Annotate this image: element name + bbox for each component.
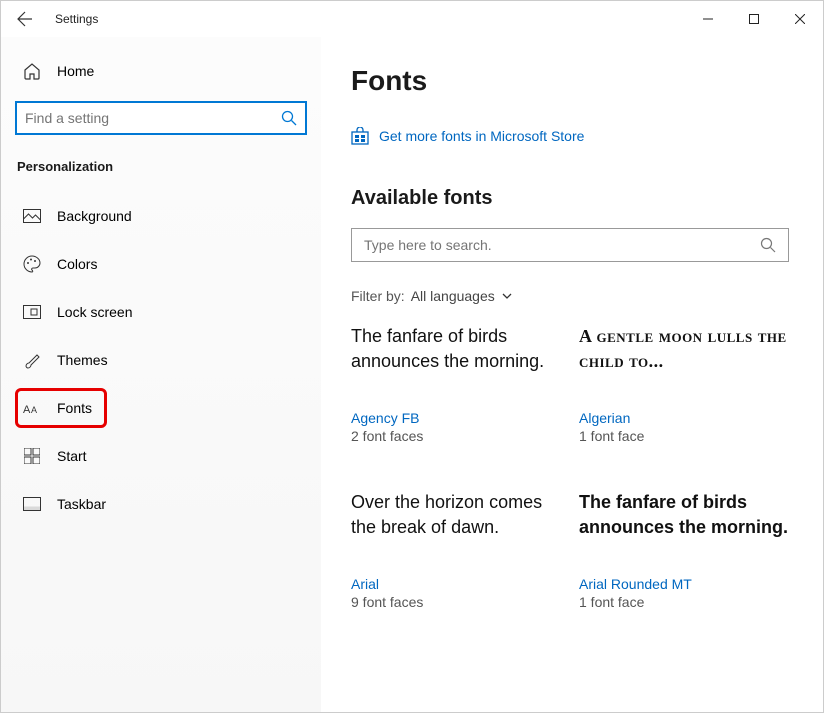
- sidebar-item-fonts[interactable]: AA Fonts: [15, 388, 107, 428]
- font-card-arial[interactable]: Over the horizon comes the break of dawn…: [351, 490, 561, 610]
- font-sample: The fanfare of birds announces the morni…: [579, 490, 789, 570]
- font-search-input[interactable]: [364, 237, 760, 253]
- nav-label: Background: [57, 208, 132, 224]
- font-card-algerian[interactable]: A gentle moon lulls the child to... Alge…: [579, 324, 789, 444]
- font-faces: 1 font face: [579, 428, 789, 444]
- titlebar: Settings: [1, 1, 823, 37]
- maximize-icon: [749, 14, 759, 24]
- font-faces: 2 font faces: [351, 428, 561, 444]
- sidebar-item-start[interactable]: Start: [15, 436, 307, 476]
- settings-search[interactable]: [15, 101, 307, 135]
- sidebar: Home Personalization Background Colors L…: [1, 37, 321, 712]
- nav-label: Taskbar: [57, 496, 106, 512]
- sidebar-item-lockscreen[interactable]: Lock screen: [15, 292, 307, 332]
- nav-list: Background Colors Lock screen Themes AA …: [15, 196, 307, 524]
- store-icon: [351, 127, 369, 145]
- filter-label: Filter by:: [351, 288, 405, 304]
- page-title: Fonts: [351, 65, 789, 97]
- close-button[interactable]: [777, 3, 823, 35]
- maximize-button[interactable]: [731, 3, 777, 35]
- lock-screen-icon: [23, 305, 41, 319]
- nav-label: Start: [57, 448, 87, 464]
- picture-icon: [23, 209, 41, 223]
- palette-icon: [23, 255, 41, 273]
- font-icon: AA: [23, 401, 41, 415]
- sidebar-item-themes[interactable]: Themes: [15, 340, 307, 380]
- font-card-arial-rounded[interactable]: The fanfare of birds announces the morni…: [579, 490, 789, 610]
- start-icon: [23, 448, 41, 464]
- font-name: Agency FB: [351, 410, 561, 426]
- minimize-icon: [703, 14, 713, 24]
- brush-icon: [23, 351, 41, 369]
- font-card-agency-fb[interactable]: The fanfare of birds announces the morni…: [351, 324, 561, 444]
- available-fonts-header: Available fonts: [351, 187, 789, 210]
- font-search[interactable]: [351, 228, 789, 262]
- svg-text:A: A: [23, 404, 31, 415]
- chevron-down-icon: [501, 290, 513, 302]
- filter-by[interactable]: Filter by: All languages: [351, 288, 789, 304]
- nav-label: Themes: [57, 352, 108, 368]
- close-icon: [795, 14, 805, 24]
- font-sample: A gentle moon lulls the child to...: [579, 324, 789, 404]
- window-title: Settings: [55, 12, 98, 26]
- search-icon: [281, 110, 297, 126]
- sidebar-item-colors[interactable]: Colors: [15, 244, 307, 284]
- main-content: Fonts Get more fonts in Microsoft Store …: [321, 37, 823, 712]
- font-grid: The fanfare of birds announces the morni…: [351, 324, 789, 610]
- home-nav[interactable]: Home: [15, 51, 307, 91]
- font-name: Arial: [351, 576, 561, 592]
- svg-text:A: A: [31, 405, 37, 415]
- font-faces: 1 font face: [579, 594, 789, 610]
- filter-value: All languages: [411, 288, 495, 304]
- minimize-button[interactable]: [685, 3, 731, 35]
- font-name: Arial Rounded MT: [579, 576, 789, 592]
- nav-label: Colors: [57, 256, 97, 272]
- home-icon: [23, 62, 41, 80]
- font-sample: Over the horizon comes the break of dawn…: [351, 490, 561, 570]
- window-controls: [685, 3, 823, 35]
- store-link[interactable]: Get more fonts in Microsoft Store: [351, 127, 789, 145]
- arrow-left-icon: [17, 11, 33, 27]
- font-faces: 9 font faces: [351, 594, 561, 610]
- sidebar-item-taskbar[interactable]: Taskbar: [15, 484, 307, 524]
- search-icon: [760, 237, 776, 253]
- taskbar-icon: [23, 497, 41, 511]
- home-label: Home: [57, 63, 94, 79]
- nav-label: Fonts: [57, 400, 92, 416]
- font-name: Algerian: [579, 410, 789, 426]
- section-header: Personalization: [15, 159, 307, 174]
- font-sample: The fanfare of birds announces the morni…: [351, 324, 561, 404]
- settings-search-input[interactable]: [25, 110, 281, 126]
- sidebar-item-background[interactable]: Background: [15, 196, 307, 236]
- nav-label: Lock screen: [57, 304, 132, 320]
- back-button[interactable]: [1, 11, 49, 27]
- store-link-label: Get more fonts in Microsoft Store: [379, 128, 584, 144]
